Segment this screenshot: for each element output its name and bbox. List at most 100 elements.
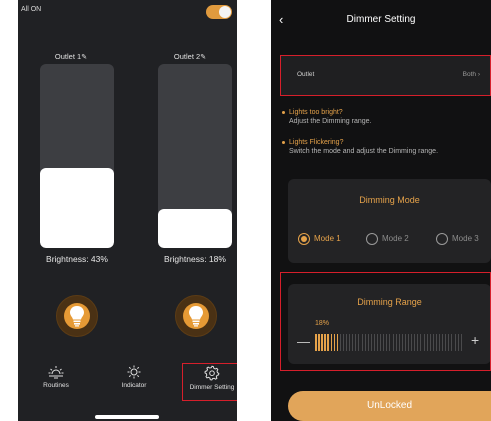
outlet-1-brightness-label: Brightness: 43% [46,254,108,264]
mode-2-radio[interactable]: Mode 2 [366,233,409,245]
range-tick [358,334,360,351]
edit-pencil-icon: ✎ [81,54,88,61]
range-tick [401,334,403,351]
range-tick [361,334,363,351]
light-bulb-icon [189,306,203,327]
outlet-2-bulb-button[interactable] [175,295,217,337]
range-tick [339,334,341,351]
range-tick [414,334,416,351]
unlocked-button[interactable]: UnLocked [288,391,491,421]
range-tick [389,334,391,351]
all-on-toggle[interactable] [206,5,232,19]
range-tick [445,334,447,351]
radio-empty-icon [366,233,378,245]
outlet-row-selected: Both [462,71,477,78]
radio-selected-icon [298,233,310,245]
bullet-dot [282,141,285,144]
dimming-range-highlight-box [280,272,491,371]
outlet-row-label: Outlet [297,71,315,78]
all-on-label: All ON [21,6,42,13]
range-tick-active [318,334,320,351]
outlet-2-brightness-label: Brightness: 18% [164,254,226,264]
range-tick [392,334,394,351]
tip-flickering: Lights Flickering? Switch the mode and a… [282,138,439,156]
outlet-row-value: Both › [463,71,480,78]
range-tick [457,334,459,351]
range-tick [448,334,450,351]
range-tick [370,334,372,351]
outlet-1-name: Outlet 1 [54,52,82,61]
outlet-2-title[interactable]: Outlet 2✎ [160,52,220,61]
increase-plus-icon[interactable]: + [471,332,479,348]
tip-answer: Adjust the Dimming range. [289,118,372,125]
range-tick [451,334,453,351]
home-indicator [95,415,159,419]
sunrise-icon [48,366,64,379]
range-tick [342,334,344,351]
outlet-selector-row[interactable]: Outlet Both › [280,55,491,96]
edit-pencil-icon: ✎ [200,54,207,61]
tip-question: Lights too bright? [289,109,343,116]
tip-too-bright: Lights too bright? Adjust the Dimming ra… [282,108,372,126]
sun-icon [127,365,141,379]
dimming-range-value: 18% [315,320,330,327]
outlet-1-brightness-slider[interactable] [40,64,114,248]
range-tick [429,334,431,351]
range-tick [355,334,357,351]
range-tick [404,334,406,351]
range-tick [373,334,375,351]
mode-3-radio[interactable]: Mode 3 [436,233,479,245]
range-tick-active [327,334,329,351]
range-tick [346,334,347,351]
range-tick [435,334,437,351]
range-tick [367,334,369,351]
outlet-1-title[interactable]: Outlet 1✎ [41,52,101,61]
nav-routines[interactable]: Routines [26,365,86,389]
outlet-control-screen: All ON Outlet 1✎ Outlet 2✎ Brightness: 4… [18,0,237,421]
range-tick [417,334,419,351]
range-tick-active [321,334,323,351]
outlet-2-name: Outlet 2 [173,52,201,61]
range-tick [395,334,397,351]
range-tick [398,334,400,351]
nav-indicator[interactable]: Indicator [104,365,164,389]
dimmer-setting-highlight-box [182,363,237,401]
range-tick [423,334,425,351]
nav-routines-label: Routines [43,382,69,389]
range-tick [386,334,388,351]
range-tick-active [324,334,326,351]
bullet-dot [282,111,285,114]
range-tick [460,334,462,351]
mode-2-label: Mode 2 [382,234,409,244]
tip-answer: Switch the mode and adjust the Dimming r… [289,148,439,155]
light-bulb-icon [70,306,84,327]
radio-empty-icon [436,233,448,245]
range-tick [408,334,409,351]
range-tick-active [315,334,317,351]
dimmer-setting-screen: ‹ Dimmer Setting Outlet Both › Lights to… [271,0,491,421]
range-tick [432,334,434,351]
range-tick [349,334,351,351]
range-tick [420,334,422,351]
outlet-1-bulb-button[interactable] [56,295,98,337]
range-tick [426,334,428,351]
dimming-mode-title: Dimming Mode [359,195,420,205]
toggle-knob [219,6,231,18]
range-tick [439,334,440,351]
decrease-minus-icon[interactable]: — [297,334,310,349]
nav-indicator-label: Indicator [121,382,147,389]
dimming-range-slider[interactable] [315,334,464,351]
range-tick [364,334,366,351]
outlet-2-brightness-slider[interactable] [158,64,232,248]
tip-question: Lights Flickering? [289,139,344,146]
chevron-right-icon: › [477,71,480,78]
range-tick-active [336,334,339,351]
range-tick [383,334,385,351]
mode-1-radio[interactable]: Mode 1 [298,233,341,245]
range-tick [411,334,413,351]
range-tick-active [333,334,336,351]
range-tick [377,334,378,351]
outlet-2-brightness-fill [158,209,232,248]
range-tick [454,334,456,351]
outlet-1-brightness-fill [40,168,114,248]
